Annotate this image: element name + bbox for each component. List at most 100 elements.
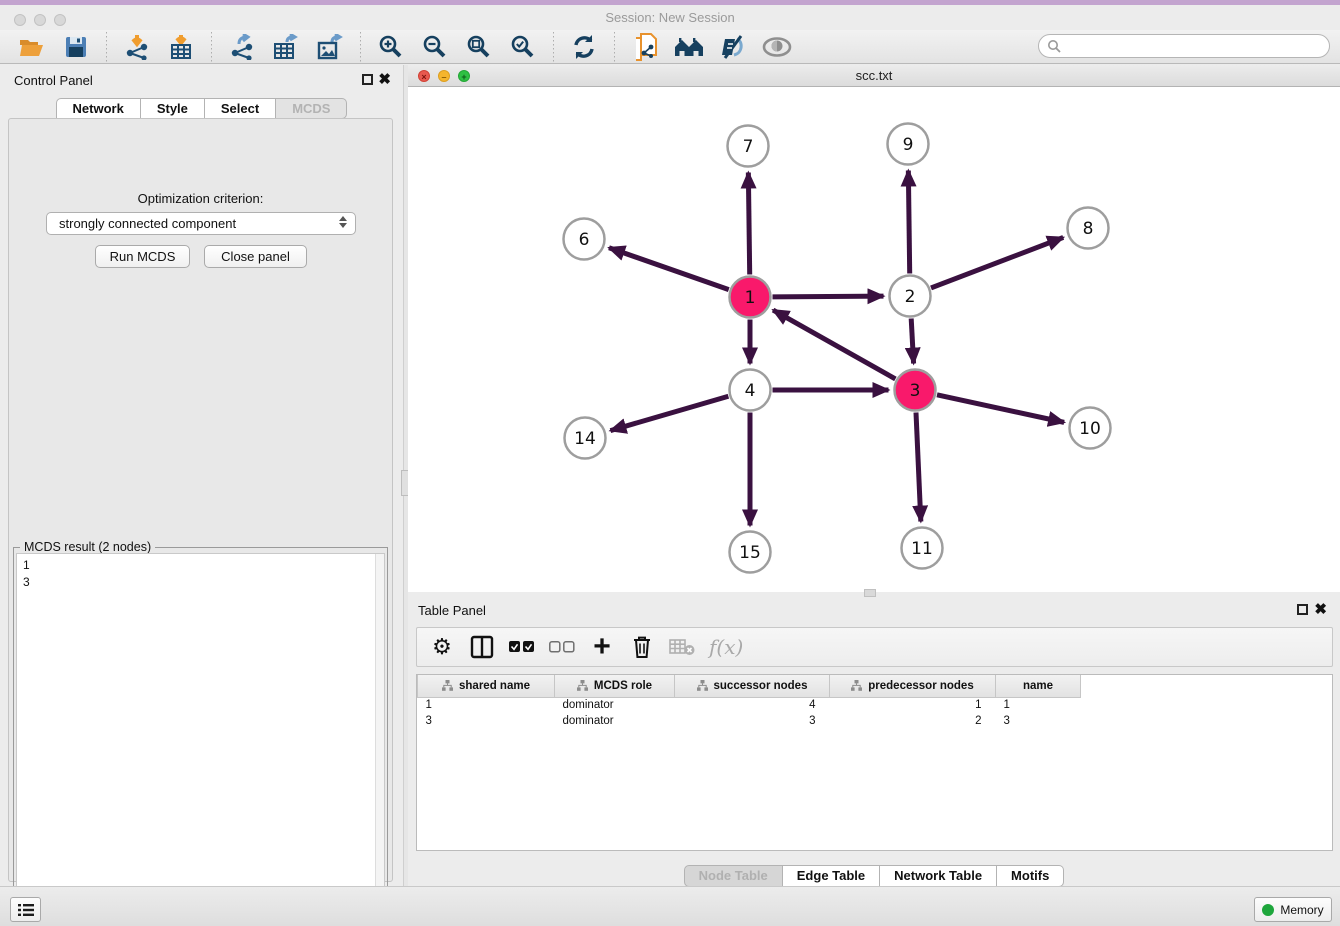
network-file-icon[interactable]	[628, 32, 662, 62]
show-graphics-details-icon[interactable]	[760, 32, 794, 62]
node-3[interactable]: 3	[895, 370, 936, 411]
node-2[interactable]: 2	[890, 276, 931, 317]
table-cell[interactable]: dominator	[555, 697, 675, 713]
table-tab-network-table[interactable]: Network Table	[880, 865, 997, 887]
table-cell[interactable]: 1	[418, 697, 555, 713]
status-bar: Memory	[0, 886, 1340, 926]
refresh-icon[interactable]	[567, 32, 601, 62]
add-column-icon[interactable]: +	[589, 633, 615, 661]
memory-button[interactable]: Memory	[1254, 897, 1332, 922]
control-tab-mcds[interactable]: MCDS	[276, 98, 347, 119]
zoom-in-icon[interactable]	[374, 32, 408, 62]
delete-column-icon[interactable]	[629, 633, 655, 661]
function-builder-icon[interactable]: f(x)	[709, 633, 743, 661]
table-cell[interactable]: 3	[996, 713, 1081, 729]
edge-3-11[interactable]	[916, 412, 921, 521]
float-panel-icon[interactable]	[362, 74, 373, 85]
home-icon[interactable]	[672, 32, 706, 62]
table-cell[interactable]: dominator	[555, 713, 675, 729]
table-row[interactable]: 1dominator411	[418, 697, 1081, 713]
node-label: 3	[910, 381, 921, 401]
column-header-MCDS-role[interactable]: MCDS role	[555, 675, 675, 697]
control-tab-network[interactable]: Network	[56, 98, 141, 119]
node-label: 11	[911, 539, 933, 559]
export-network-icon[interactable]	[225, 32, 259, 62]
horizontal-splitter-handle[interactable]	[864, 589, 876, 597]
mcds-result-textarea[interactable]: 1 3	[16, 553, 385, 925]
close-panel-button[interactable]: Close panel	[204, 245, 307, 268]
search-field[interactable]	[1038, 34, 1330, 58]
table-tab-motifs[interactable]: Motifs	[997, 865, 1064, 887]
table-float-icon[interactable]	[1297, 604, 1308, 615]
node-15[interactable]: 15	[730, 532, 771, 573]
select-all-icon[interactable]	[509, 633, 535, 661]
import-network-icon[interactable]	[120, 32, 154, 62]
hide-labels-icon[interactable]	[716, 32, 750, 62]
network-view-window: × – + scc.txt 7 9 6 8 1 2 4 3 14 10 15 11	[408, 65, 1340, 597]
criterion-dropdown[interactable]: strongly connected component	[46, 212, 356, 235]
column-header-successor-nodes[interactable]: successor nodes	[675, 675, 830, 697]
memory-status-icon	[1262, 904, 1274, 916]
edge-3-10[interactable]	[937, 395, 1064, 423]
run-mcds-button[interactable]: Run MCDS	[95, 245, 190, 268]
node-14[interactable]: 14	[565, 418, 606, 459]
table-cell[interactable]: 4	[675, 697, 830, 713]
node-1[interactable]: 1	[730, 277, 771, 318]
table-row[interactable]: 3dominator323	[418, 713, 1081, 729]
node-6[interactable]: 6	[564, 219, 605, 260]
export-table-icon[interactable]	[269, 32, 303, 62]
node-4[interactable]: 4	[730, 370, 771, 411]
node-7[interactable]: 7	[728, 126, 769, 167]
node-10[interactable]: 10	[1070, 408, 1111, 449]
edge-4-14[interactable]	[610, 396, 728, 430]
mcds-result-title: MCDS result (2 nodes)	[20, 540, 155, 554]
result-scrollbar[interactable]	[375, 554, 384, 924]
task-history-button[interactable]	[10, 897, 41, 922]
edge-1-7[interactable]	[748, 172, 749, 274]
mcds-result-group: MCDS result (2 nodes) 1 3	[13, 547, 388, 926]
control-tab-style[interactable]: Style	[141, 98, 205, 119]
open-folder-icon[interactable]	[15, 32, 49, 62]
table-cell[interactable]: 1	[996, 697, 1081, 713]
edge-2-8[interactable]	[931, 237, 1063, 288]
deselect-all-icon[interactable]	[549, 633, 575, 661]
table-tab-edge-table[interactable]: Edge Table	[783, 865, 880, 887]
column-header-predecessor-nodes[interactable]: predecessor nodes	[830, 675, 996, 697]
zoom-fit-icon[interactable]	[462, 32, 496, 62]
column-header-name[interactable]: name	[996, 675, 1081, 697]
table-close-icon[interactable]: ✖	[1314, 600, 1327, 618]
table-tab-node-table[interactable]: Node Table	[684, 865, 783, 887]
table-cell[interactable]: 2	[830, 713, 996, 729]
toolbar-separator	[553, 32, 554, 62]
table-cell[interactable]: 3	[418, 713, 555, 729]
node-table-grid: shared nameMCDS rolesuccessor nodesprede…	[417, 675, 1081, 729]
edge-2-9[interactable]	[908, 170, 909, 273]
network-window-titlebar[interactable]: × – + scc.txt	[408, 65, 1340, 87]
save-icon[interactable]	[59, 32, 93, 62]
table-settings-icon[interactable]: ⚙	[429, 633, 455, 661]
search-input[interactable]	[1061, 39, 1329, 53]
control-tab-select[interactable]: Select	[205, 98, 276, 119]
node-9[interactable]: 9	[888, 124, 929, 165]
node-table[interactable]: shared nameMCDS rolesuccessor nodesprede…	[416, 674, 1333, 851]
zoom-out-icon[interactable]	[418, 32, 452, 62]
edge-1-6[interactable]	[609, 248, 729, 290]
close-panel-icon[interactable]: ✖	[378, 70, 391, 88]
delete-table-icon[interactable]	[669, 633, 695, 661]
node-label: 8	[1083, 219, 1094, 239]
node-11[interactable]: 11	[902, 528, 943, 569]
table-cell[interactable]: 1	[830, 697, 996, 713]
node-8[interactable]: 8	[1068, 208, 1109, 249]
edge-3-1[interactable]	[773, 310, 895, 379]
network-graph-svg[interactable]: 7 9 6 8 1 2 4 3 14 10 15 11	[408, 87, 1340, 592]
edge-1-2[interactable]	[772, 296, 883, 297]
table-columns-icon[interactable]	[469, 633, 495, 661]
table-cell[interactable]: 3	[675, 713, 830, 729]
zoom-selected-icon[interactable]	[506, 32, 540, 62]
edge-2-3[interactable]	[911, 318, 913, 363]
import-table-icon[interactable]	[164, 32, 198, 62]
mcds-tab-content: Optimization criterion: strongly connect…	[8, 118, 393, 882]
column-header-shared-name[interactable]: shared name	[418, 675, 555, 697]
export-image-icon[interactable]	[313, 32, 347, 62]
network-canvas[interactable]: 7 9 6 8 1 2 4 3 14 10 15 11	[408, 87, 1340, 592]
